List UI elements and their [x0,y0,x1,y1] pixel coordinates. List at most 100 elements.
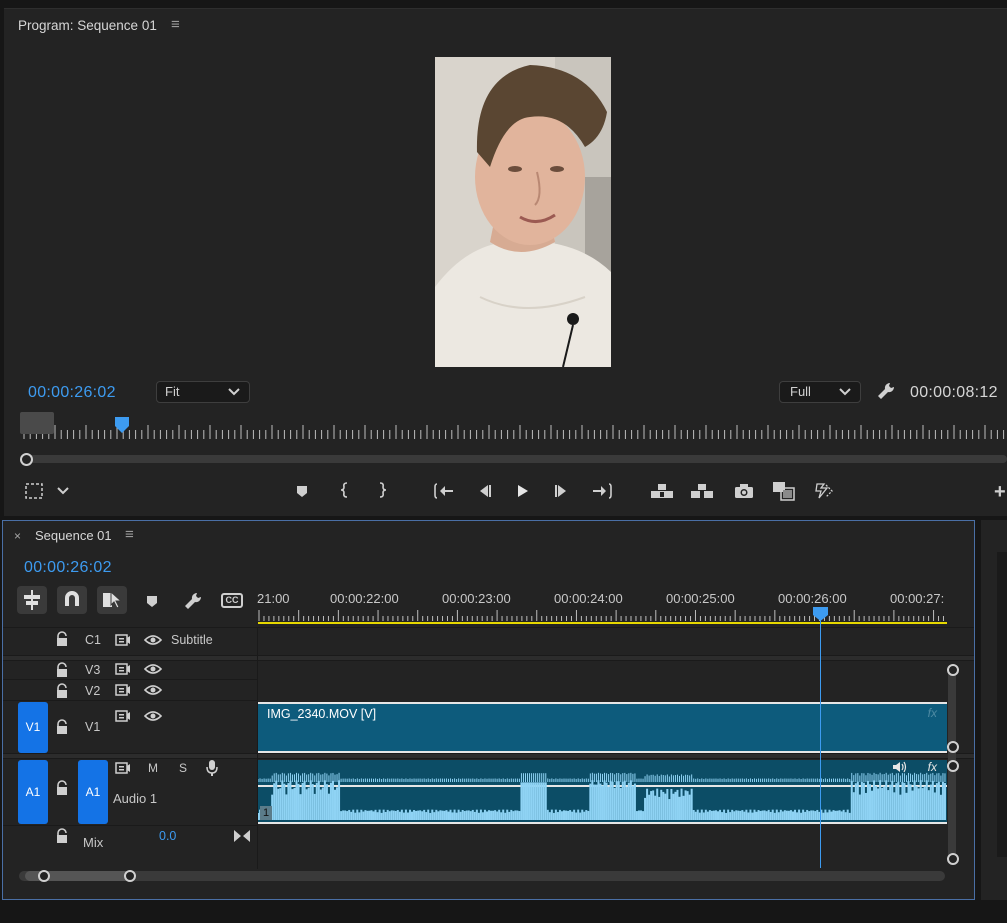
timeline-playhead-marker[interactable] [813,607,828,621]
chevron-down-icon[interactable] [56,484,70,498]
track-label-v1: V1 [85,720,101,734]
sequence-tab[interactable]: Sequence 01 [35,528,112,543]
program-monitor-panel: Program: Sequence 01 ≡ 00:00:26:02 Fit F… [4,8,1007,516]
mix-bowtie-icon[interactable] [233,829,251,843]
work-area-bar[interactable] [258,622,947,624]
fx-badge[interactable]: fx [928,706,937,720]
timeline-panel: × Sequence 01 ≡ 00:00:26:02 CC 21:00 00:… [2,520,975,900]
speaker-icon [892,761,908,773]
scroll-handle[interactable] [947,741,959,753]
mark-in-icon[interactable] [337,481,353,499]
panel-title: Program: Sequence 01 [18,18,157,33]
panel-menu-icon[interactable]: ≡ [171,16,180,33]
lock-icon[interactable] [55,719,69,735]
mark-out-icon[interactable] [374,481,390,499]
eye-icon[interactable] [144,662,162,676]
toggle-sync-icon[interactable] [115,709,131,723]
track-target-a1[interactable]: A1 [78,760,108,824]
audio-channel-badge: 1 [260,806,272,820]
toggle-sync-icon[interactable] [115,761,131,775]
video-preview [435,57,611,367]
microphone-icon[interactable] [205,759,219,777]
add-marker-icon[interactable] [145,593,159,609]
scroll-handle[interactable] [947,664,959,676]
captions-toggle[interactable]: CC [221,593,243,608]
eye-icon[interactable] [144,633,162,647]
program-time-ruler[interactable] [18,409,1007,441]
ruler-label: 00:00:25:00 [666,591,735,606]
nest-sequence-button[interactable] [17,586,47,614]
adjacent-panel [981,520,1007,900]
panel-menu-icon[interactable]: ≡ [125,526,134,543]
timeline-zoom-bar[interactable] [19,871,945,881]
ruler-label: 00:00:26:00 [778,591,847,606]
go-to-in-icon[interactable] [432,482,456,500]
track-label-v2: V2 [85,684,101,698]
toggle-sync-icon[interactable] [115,683,131,697]
source-patch-v1[interactable]: V1 [18,702,48,753]
wrench-icon[interactable] [183,591,203,611]
chevron-down-icon [227,384,241,400]
track-label-v3: V3 [85,663,101,677]
playback-resolution-select[interactable]: Full [779,381,861,403]
mute-track-button[interactable]: M [148,761,158,775]
toggle-sync-icon[interactable] [115,662,131,676]
program-zoom-bar[interactable] [22,455,1007,463]
add-button-icon[interactable]: + [994,481,1006,504]
step-forward-icon[interactable] [552,483,570,499]
comparison-view-icon[interactable] [771,480,797,502]
audio-waveform [258,772,946,820]
safe-margins-icon[interactable] [24,482,44,500]
step-back-icon[interactable] [476,483,494,499]
play-icon[interactable] [515,483,531,499]
lift-icon[interactable] [649,481,675,501]
lock-icon[interactable] [55,683,69,699]
video-clip[interactable]: IMG_2340.MOV [V] fx [258,702,947,753]
close-tab-icon[interactable]: × [14,529,21,543]
scroll-handle[interactable] [947,853,959,865]
extract-icon[interactable] [689,481,715,501]
timeline-ruler[interactable]: 21:00 00:00:22:00 00:00:23:00 00:00:24:0… [257,583,947,627]
source-patch-a1[interactable]: A1 [18,760,48,824]
audio-clip[interactable]: 1 fx [258,760,947,824]
resolution-value: Full [790,384,811,399]
zoom-level-select[interactable]: Fit [156,381,250,403]
zoom-handle-right[interactable] [124,870,136,882]
go-to-out-icon[interactable] [590,482,614,500]
camera-icon[interactable] [733,482,755,500]
snap-magnet-button[interactable] [57,586,87,614]
sequence-duration: 00:00:08:12 [910,384,998,401]
ruler-label: 00:00:23:00 [442,591,511,606]
zoom-handle-left[interactable] [38,870,50,882]
program-playhead-marker[interactable] [115,417,129,433]
mix-volume-value[interactable]: 0.0 [159,829,176,843]
proxy-toggle-icon[interactable] [813,481,835,501]
ruler-label: 21:00 [257,591,290,606]
scroll-handle[interactable] [947,760,959,772]
lock-icon[interactable] [55,828,69,844]
fx-badge[interactable]: fx [928,760,937,774]
mix-track-name: Mix [83,835,104,850]
timeline-timecode[interactable]: 00:00:26:02 [24,559,112,577]
zoom-scroll-handle[interactable] [20,412,54,434]
add-marker-icon[interactable] [294,483,310,499]
eye-icon[interactable] [144,709,162,723]
lock-icon[interactable] [55,631,69,647]
track-name-audio1: Audio 1 [113,791,158,806]
eye-icon[interactable] [144,683,162,697]
zoom-bar-handle[interactable] [20,453,33,466]
track-name-subtitle: Subtitle [171,633,213,647]
zoom-level-value: Fit [165,384,180,399]
lock-icon[interactable] [55,780,69,796]
ruler-label: 00:00:24:00 [554,591,623,606]
track-label-c1: C1 [85,633,101,647]
toggle-sync-icon[interactable] [115,633,131,647]
ruler-label: 00:00:27: [890,591,945,606]
solo-track-button[interactable]: S [179,761,187,775]
program-timecode[interactable]: 00:00:26:02 [28,384,116,402]
lock-icon[interactable] [55,662,69,678]
timeline-playhead-line [820,608,821,868]
wrench-icon[interactable] [876,381,896,401]
ruler-label: 00:00:22:00 [330,591,399,606]
linked-selection-button[interactable] [97,586,127,614]
